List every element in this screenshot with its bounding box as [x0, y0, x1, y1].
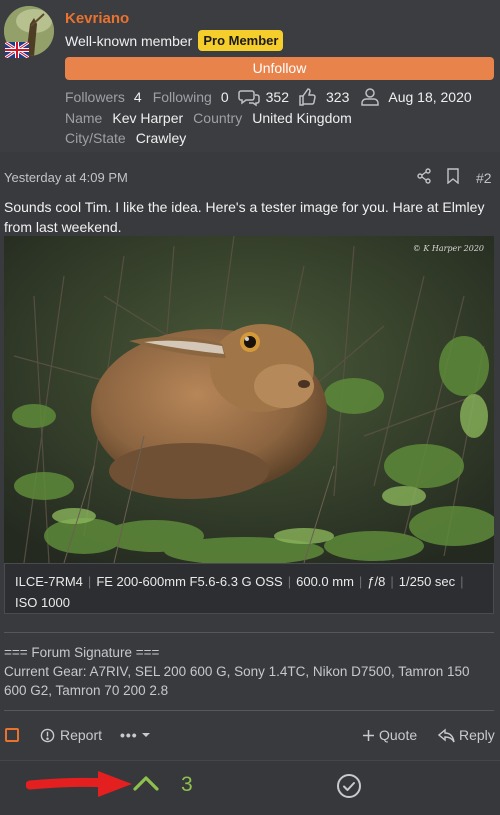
exif-focal: 600.0 mm — [296, 574, 354, 589]
quote-button[interactable]: Quote — [362, 727, 417, 743]
hare-photo-image — [4, 236, 494, 563]
user-title: Well-known member — [65, 32, 193, 49]
reply-arrow-icon — [438, 728, 455, 742]
warning-circle-icon — [40, 728, 55, 742]
pro-member-badge: Pro Member — [198, 30, 284, 51]
reply-button[interactable]: Reply — [438, 727, 495, 743]
report-button[interactable]: Report — [40, 727, 102, 743]
user-name-row: Name Kev Harper Country United Kingdom — [65, 110, 352, 126]
user-icon — [360, 87, 380, 107]
quote-label: Quote — [379, 727, 418, 743]
reactions-count: 323 — [326, 89, 350, 105]
upvote-chevron-icon[interactable] — [132, 773, 160, 793]
post-date[interactable]: Yesterday at 4:09 PM — [4, 170, 128, 185]
exif-lens: FE 200-600mm F5.6-6.3 G OSS — [96, 574, 283, 589]
exif-iso: ISO 1000 — [15, 595, 70, 610]
city-label: City/State — [65, 130, 126, 146]
user-city-row: City/State Crawley — [65, 130, 186, 146]
signature-text: Current Gear: A7RIV, SEL 200 600 G, Sony… — [4, 664, 470, 698]
bookmark-icon[interactable] — [446, 168, 460, 189]
report-label: Report — [60, 727, 103, 743]
exif-camera: ILCE-7RM4 — [15, 574, 83, 589]
user-info-block: Kevriano Well-known member Pro Member Un… — [0, 0, 500, 152]
photo-watermark: © K Harper 2020 — [412, 244, 484, 253]
country-label: Country — [193, 110, 243, 126]
more-options-button[interactable]: ••• — [120, 727, 151, 743]
post-number[interactable]: #2 — [476, 170, 492, 186]
signature-heading: === Forum Signature === — [4, 645, 160, 660]
followers-label[interactable]: Followers — [65, 89, 125, 105]
reply-label: Reply — [459, 727, 495, 743]
post-header: Yesterday at 4:09 PM #2 — [0, 158, 500, 194]
joined-date: Aug 18, 2020 — [388, 89, 472, 105]
vote-count: 3 — [181, 773, 193, 796]
more-label: ••• — [120, 727, 138, 743]
caret-down-icon — [141, 733, 150, 737]
share-icon[interactable] — [416, 168, 432, 189]
country-value: United Kingdom — [252, 110, 352, 126]
red-annotation-arrow-icon — [26, 771, 132, 797]
vote-bar: 3 — [0, 760, 500, 815]
select-post-checkbox[interactable] — [5, 728, 19, 742]
user-stats: Followers 4 Following 0 352 323 Aug 18, … — [65, 87, 472, 107]
user-title-row: Well-known member Pro Member — [65, 30, 284, 51]
followers-count: 4 — [133, 89, 142, 105]
following-label[interactable]: Following — [153, 89, 212, 105]
post-body-text: Sounds cool Tim. I like the idea. Here's… — [4, 199, 485, 235]
signature-divider — [4, 632, 494, 633]
plus-icon — [363, 729, 374, 741]
forum-signature: === Forum Signature === Current Gear: A7… — [4, 643, 494, 700]
exif-aperture: ƒ/8 — [367, 574, 386, 589]
following-count: 0 — [220, 89, 229, 105]
actions-divider — [4, 710, 494, 711]
name-label: Name — [65, 110, 103, 126]
thumbs-up-icon — [298, 87, 318, 107]
check-circle-icon[interactable] — [336, 773, 362, 799]
exif-shutter: 1/250 sec — [398, 574, 456, 589]
messages-icon — [237, 87, 260, 107]
exif-info: ILCE-7RM4 | FE 200-600mm F5.6-6.3 G OSS | 60… — [4, 563, 494, 614]
unfollow-button[interactable]: Unfollow — [65, 57, 494, 80]
name-value: Kev Harper — [112, 110, 184, 126]
username-link[interactable]: Kevriano — [65, 10, 129, 27]
uk-flag-icon — [5, 42, 29, 58]
post-photo[interactable]: © K Harper 2020 — [4, 236, 494, 563]
city-value: Crawley — [135, 130, 187, 146]
post-actions-bar: Report ••• Quote Reply — [0, 722, 500, 752]
messages-count: 352 — [265, 89, 289, 105]
